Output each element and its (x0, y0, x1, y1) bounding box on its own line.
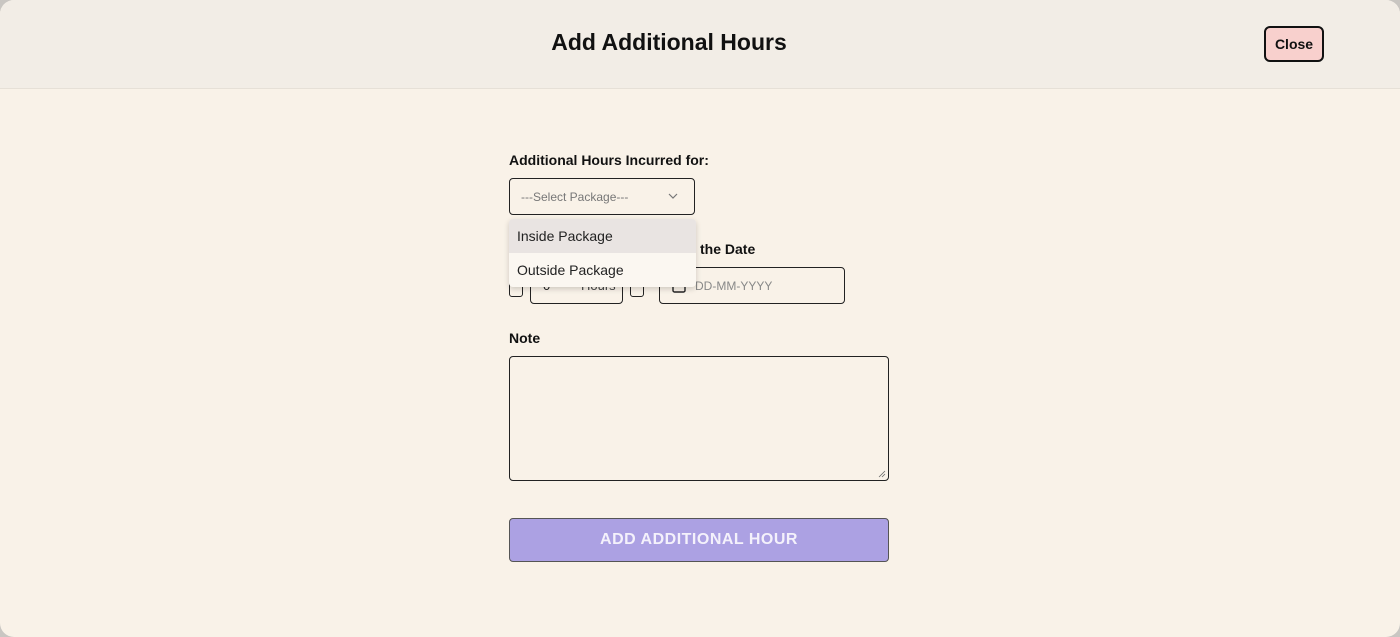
modal-title: Add Additional Hours (551, 29, 787, 55)
note-label: Note (509, 330, 541, 346)
modal-header: Add Additional Hours Close (0, 0, 1400, 89)
close-button[interactable]: Close (1264, 26, 1324, 62)
add-additional-hour-button[interactable]: ADD ADDITIONAL HOUR (509, 518, 889, 562)
date-placeholder: DD-MM-YYYY (695, 279, 773, 293)
chevron-down-icon (668, 193, 678, 199)
option-outside-package[interactable]: Outside Package (509, 253, 696, 287)
incurred-for-label: Additional Hours Incurred for: (509, 152, 709, 168)
option-inside-package[interactable]: Inside Package (509, 219, 696, 253)
package-select-placeholder: ---Select Package--- (521, 190, 629, 204)
note-textarea[interactable] (509, 356, 889, 481)
resize-grip-icon[interactable] (878, 470, 886, 478)
date-label: the Date (700, 241, 756, 257)
package-select[interactable]: ---Select Package--- (509, 178, 695, 215)
package-dropdown-menu: Inside Package Outside Package (509, 219, 696, 287)
add-hours-modal: Add Additional Hours Close Additional Ho… (0, 0, 1400, 637)
